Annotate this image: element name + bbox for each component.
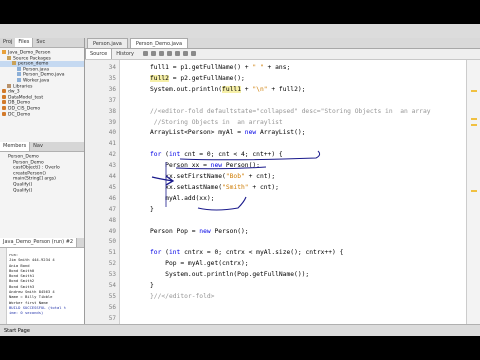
pen-annotations xyxy=(151,150,321,211)
loop-underline xyxy=(179,150,321,161)
ide-window: Proj Files Svc Java_Demo_Person Source Pack… xyxy=(0,24,480,336)
person-underline xyxy=(175,166,267,170)
add-underline xyxy=(197,196,247,211)
arrow-annotation xyxy=(151,175,175,186)
